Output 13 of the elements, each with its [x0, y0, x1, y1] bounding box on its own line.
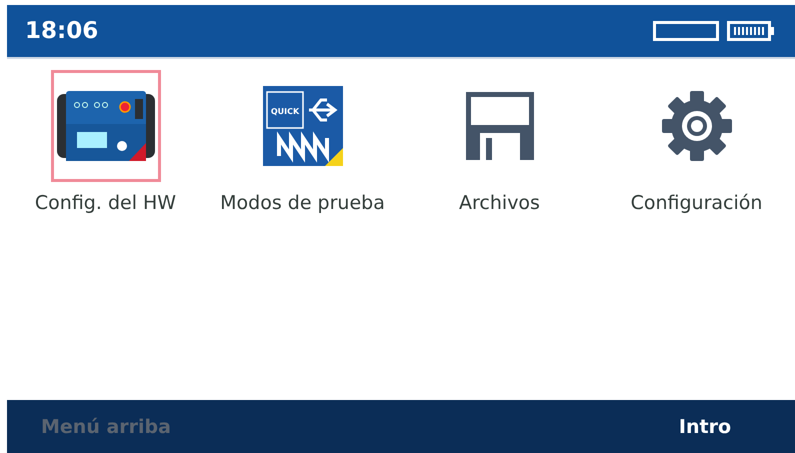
quick-mode-icon: QUICK [262, 86, 342, 166]
settings-icon [662, 91, 732, 161]
menu-label: Archivos [459, 192, 540, 214]
menu-label: Config. del HW [34, 192, 176, 214]
menu-tile[interactable] [50, 70, 160, 182]
menu-label: Configuración [630, 192, 762, 214]
indicator-icon [653, 21, 719, 41]
clock-time: 18:06 [25, 18, 98, 44]
device-icon [56, 91, 154, 161]
menu-tile[interactable]: QUICK [248, 70, 358, 182]
soft-key[interactable]: Intro [674, 412, 735, 442]
battery-icon [727, 21, 775, 41]
menu-label: Modos de prueba [220, 192, 385, 214]
